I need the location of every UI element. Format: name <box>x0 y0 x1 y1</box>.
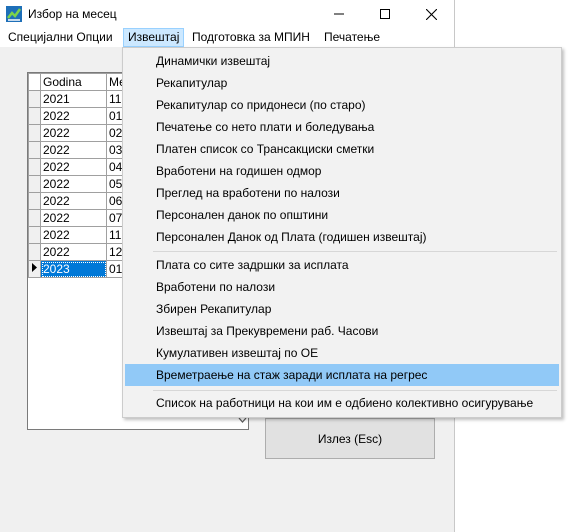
cell-year[interactable]: 2022 <box>40 158 107 176</box>
minimize-button[interactable] <box>316 0 362 28</box>
cell-year[interactable]: 2023 <box>40 260 107 278</box>
title-bar[interactable]: Избор на месец <box>0 0 454 28</box>
menu-item-employees-by-order-overview[interactable]: Преглед на вработени по налози <box>125 182 559 204</box>
current-row-arrow-icon <box>32 263 37 272</box>
cell-year[interactable]: 2022 <box>40 124 107 142</box>
close-button[interactable] <box>408 0 454 28</box>
menu-item-overtime-report[interactable]: Извештај за Прекувремени раб. Часови <box>125 320 559 342</box>
maximize-icon <box>380 9 390 19</box>
cell-year[interactable]: 2022 <box>40 209 107 227</box>
menu-item-dynamic-report[interactable]: Динамички извештај <box>125 50 559 72</box>
cell-year[interactable]: 2022 <box>40 141 107 159</box>
menu-separator <box>153 390 557 391</box>
menu-item-summary-recap[interactable]: Збирен Рекапитулар <box>125 298 559 320</box>
menu-item-payroll-transaction-accounts[interactable]: Платен список со Трансакциски сметки <box>125 138 559 160</box>
menu-item-personal-tax-annual[interactable]: Персонален Данок од Плата (годишен извеш… <box>125 226 559 248</box>
menu-separator <box>153 251 557 252</box>
menu-reports[interactable]: Извештај <box>123 28 185 47</box>
cell-year[interactable]: 2022 <box>40 175 107 193</box>
window-title: Избор на месец <box>28 7 117 21</box>
menu-item-employees-by-order[interactable]: Вработени по налози <box>125 276 559 298</box>
exit-button[interactable]: Излез (Esc) <box>265 418 435 459</box>
minimize-icon <box>334 13 344 15</box>
menu-item-recap-contributions[interactable]: Рекапитулар со придонеси (по старо) <box>125 94 559 116</box>
cell-year[interactable]: 2022 <box>40 107 107 125</box>
cell-year[interactable]: 2022 <box>40 243 107 261</box>
menu-item-salary-deductions[interactable]: Плата со сите задршки за исплата <box>125 254 559 276</box>
maximize-button[interactable] <box>362 0 408 28</box>
menu-special-options[interactable]: Специјални Опции <box>4 28 117 47</box>
menu-mpin-preparation[interactable]: Подготовка за МПИН <box>188 28 314 47</box>
menu-bar: Специјални Опции Извештај Подготовка за … <box>0 28 454 47</box>
menu-item-personal-tax-municipality[interactable]: Персонален данок по општини <box>125 204 559 226</box>
reports-dropdown-menu: Динамички извештај Рекапитулар Рекапитул… <box>122 47 562 418</box>
column-header-year[interactable]: Godina <box>40 73 107 91</box>
row-indicator-header <box>28 73 41 91</box>
menu-item-denied-insurance-list[interactable]: Список на работници на кои им е одбиено … <box>125 392 559 414</box>
menu-item-recapitulation[interactable]: Рекапитулар <box>125 72 559 94</box>
menu-item-cumulative-report-oe[interactable]: Кумулативен извештај по ОЕ <box>125 342 559 364</box>
menu-item-annual-leave[interactable]: Вработени на годишен одмор <box>125 160 559 182</box>
cell-year[interactable]: 2021 <box>40 90 107 108</box>
menu-printing[interactable]: Печатење <box>320 28 384 47</box>
menu-item-print-net-sick[interactable]: Печатење со нето плати и боледувања <box>125 116 559 138</box>
menu-item-service-duration-regres[interactable]: Времетраење на стаж заради исплата на ре… <box>125 364 559 386</box>
cell-year[interactable]: 2022 <box>40 192 107 210</box>
current-row-indicator <box>28 260 41 278</box>
cell-year[interactable]: 2022 <box>40 226 107 244</box>
app-icon <box>6 6 22 22</box>
close-icon <box>425 8 437 20</box>
